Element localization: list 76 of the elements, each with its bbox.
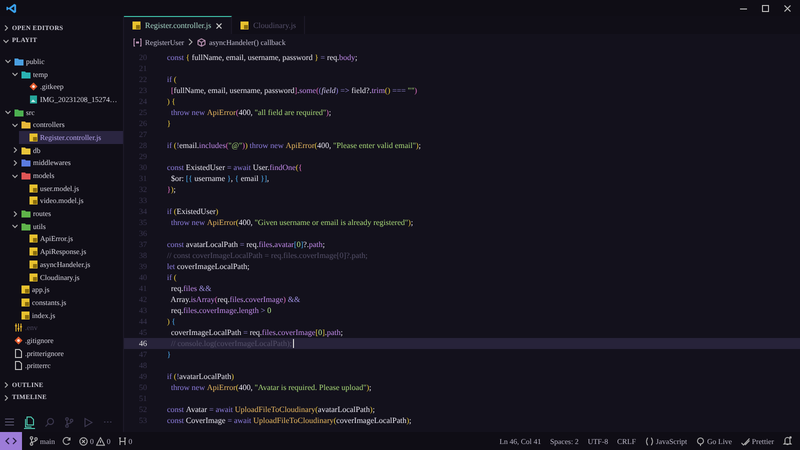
files-icon[interactable]	[24, 416, 35, 428]
maximize-icon[interactable]	[761, 4, 770, 12]
code-line: Array.isArray(req.files.coverImage) &&	[170, 295, 300, 304]
close-icon[interactable]	[783, 4, 792, 12]
cube-icon	[197, 38, 206, 46]
code-line: const CoverImage = await UploadFileToCloudinary(coverImageLocalPath);	[167, 416, 412, 425]
image-file-icon	[29, 94, 38, 104]
code-line: [fullName, email, username, password].some((field) => field?.trim() === "")	[170, 86, 417, 95]
chevron-down-icon[interactable]	[4, 57, 12, 66]
code-line: if (	[167, 273, 177, 282]
code-line: const Avatar = await UploadFileToCloudinary(avatarLocalPath);	[167, 405, 375, 414]
js-file-icon	[29, 196, 38, 206]
chevron-down-icon[interactable]	[11, 172, 19, 180]
chevron-right-icon[interactable]	[2, 381, 10, 390]
code-line: if (ExistedUser)	[167, 207, 218, 216]
chevron-down-icon[interactable]	[11, 222, 19, 230]
js-file-icon	[29, 272, 38, 282]
code-line: if (!email.includes("@")) throw new ApiError(400, "Please enter valid email");	[167, 141, 421, 150]
sync-icon[interactable]	[62, 436, 72, 446]
code-line: // const coverImageLocalPath = req.files.coverImage[0]?.path;	[167, 251, 368, 260]
editor-logo-icon	[6, 2, 17, 14]
brackets-icon	[133, 38, 142, 46]
js-file-icon	[21, 285, 30, 294]
js-file-icon	[132, 21, 141, 30]
diamond-file-icon	[14, 336, 23, 345]
close-icon[interactable]	[215, 22, 224, 30]
chevron-right-icon[interactable]	[11, 146, 19, 154]
error-icon	[79, 436, 88, 446]
warning-icon	[96, 436, 105, 446]
code-line: }	[167, 350, 171, 359]
chevron-right-icon[interactable]	[2, 394, 10, 402]
menu-icon[interactable]	[4, 417, 15, 427]
text-cursor	[292, 339, 294, 348]
js-file-icon	[240, 20, 250, 30]
line-number: 46	[138, 339, 147, 348]
chevron-right-icon[interactable]	[11, 158, 19, 167]
chevron-down-icon[interactable]	[4, 108, 12, 116]
code-line: coverImageLocalPath = req.files.coverImage[0].path;	[170, 328, 343, 337]
code-line: let coverImageLocalPath;	[167, 262, 250, 271]
code-line: throw new ApiError(400, "Avatar is required. Please upload");	[170, 383, 372, 392]
broadcast-icon	[696, 436, 706, 446]
editor-tab[interactable]: Register.controller.js	[124, 16, 232, 34]
braces-icon	[644, 436, 654, 446]
double-check-icon	[740, 436, 750, 446]
code-line: if (	[167, 75, 177, 84]
code-line: const { fullName, email, username, password } = req.body;	[167, 53, 358, 62]
code-line: ) {	[167, 97, 176, 106]
remote-icon[interactable]	[0, 432, 22, 450]
code-line: $or: [{ username }, { email }],	[170, 174, 270, 183]
bell-icon[interactable]	[783, 436, 792, 446]
code-line: throw new ApiError(400, "Given username or email is already registered");	[170, 218, 414, 227]
js-file-icon	[29, 132, 38, 142]
chevron-right-icon[interactable]	[2, 24, 10, 32]
code-line: req.files &&	[170, 284, 212, 293]
chevron-right-icon	[187, 38, 194, 46]
code-line: });	[167, 185, 176, 194]
js-file-icon	[29, 247, 38, 256]
js-file-icon	[29, 184, 38, 193]
diamond-file-icon	[29, 82, 38, 92]
code-line: const avatarLocalPath = req.files.avatar[0]?.path;	[167, 240, 325, 249]
code-line: ) {	[167, 317, 176, 326]
code-line: req.files.coverImage.length > 0	[170, 306, 272, 315]
chevron-down-icon[interactable]	[11, 70, 19, 78]
js-file-icon	[21, 298, 30, 307]
code-line: const ExistedUser = await User.findOne({	[167, 163, 302, 172]
branch-icon	[29, 436, 38, 446]
code-line: throw new ApiError(400, "all field are required");	[170, 108, 332, 117]
js-file-icon	[21, 310, 30, 320]
chevron-down-icon[interactable]	[11, 120, 19, 129]
chevron-down-icon[interactable]	[2, 36, 10, 45]
code-line: }	[167, 119, 171, 128]
js-file-icon	[29, 260, 38, 269]
code-line: if (!avatarLocalPath)	[167, 372, 234, 381]
chevron-right-icon[interactable]	[11, 210, 19, 218]
sliders-file-icon	[14, 323, 23, 332]
js-file-icon	[29, 234, 38, 244]
